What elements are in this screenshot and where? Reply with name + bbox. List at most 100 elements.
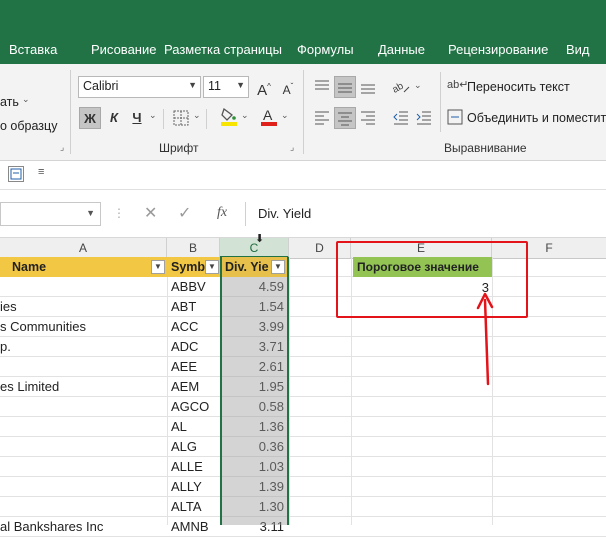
chevron-down-icon[interactable]: ⌄ (281, 110, 289, 121)
tab-review[interactable]: Рецензирование (448, 42, 548, 57)
format-painter-label[interactable]: о образцу (0, 119, 57, 133)
tab-data[interactable]: Данные (378, 42, 425, 57)
group-divider (70, 70, 71, 154)
name-cell[interactable]: es Limited (0, 377, 167, 397)
name-cell[interactable] (0, 357, 167, 377)
align-left-icon (315, 111, 329, 125)
header-name-cell[interactable]: Name ▼ (0, 257, 167, 277)
enter-check-icon[interactable]: ✓ (178, 203, 191, 223)
name-cell[interactable] (0, 397, 167, 417)
yield-cell[interactable]: 1.39 (220, 477, 289, 497)
bold-button[interactable]: Ж (79, 107, 101, 129)
fill-color-button[interactable] (218, 106, 240, 128)
separator (163, 109, 164, 129)
yield-cell[interactable]: 1.03 (220, 457, 289, 477)
name-cell[interactable] (0, 417, 167, 437)
name-cell[interactable] (0, 437, 167, 457)
symbol-cell[interactable]: AMNB (167, 517, 220, 537)
paste-label[interactable]: ать (0, 95, 19, 109)
tab-page-layout[interactable]: Разметка страницы (164, 42, 282, 57)
align-bottom-button[interactable] (357, 76, 379, 98)
symbol-cell[interactable]: ALTA (167, 497, 220, 517)
name-cell[interactable] (0, 277, 167, 297)
chevron-down-icon: ▼ (236, 80, 245, 90)
grow-font-button[interactable]: A^ (253, 76, 275, 99)
insert-function-icon[interactable]: fx (217, 205, 227, 221)
name-cell[interactable]: p. (0, 337, 167, 357)
tab-draw[interactable]: Рисование (91, 42, 156, 57)
cancel-icon[interactable]: ✕ (144, 203, 157, 223)
svg-text:A: A (263, 107, 273, 123)
name-cell[interactable] (0, 457, 167, 477)
chevron-down-icon[interactable]: ⌄ (241, 110, 249, 121)
name-cell[interactable]: al Bankshares Inc (0, 517, 167, 537)
align-center-button[interactable] (334, 107, 356, 129)
column-header-a[interactable]: A (0, 238, 167, 258)
yield-cell[interactable]: 1.54 (220, 297, 289, 317)
formula-input[interactable]: Div. Yield (245, 202, 606, 226)
align-left-button[interactable] (311, 107, 333, 129)
font-name-combo[interactable]: Calibri ▼ (78, 76, 201, 98)
symbol-cell[interactable]: AEM (167, 377, 220, 397)
underline-button[interactable]: Ч (126, 107, 148, 129)
symbol-cell[interactable]: ALLY (167, 477, 220, 497)
increase-indent-icon (416, 111, 431, 125)
increase-indent-button[interactable] (413, 107, 435, 129)
name-box[interactable]: ▼ (0, 202, 101, 226)
orientation-button[interactable]: ab (390, 76, 412, 98)
tab-insert[interactable]: Вставка (9, 42, 57, 57)
yield-cell[interactable]: 3.99 (220, 317, 289, 337)
symbol-cell[interactable]: ABBV (167, 277, 220, 297)
yield-cell[interactable]: 4.59 (220, 277, 289, 297)
borders-button[interactable] (170, 107, 192, 129)
shrink-font-button[interactable]: Aˇ (277, 76, 299, 98)
qat-form-button[interactable] (8, 166, 24, 182)
italic-button[interactable]: К (103, 107, 125, 129)
symbol-cell[interactable]: AGCO (167, 397, 220, 417)
decrease-indent-button[interactable] (390, 107, 412, 129)
name-cell[interactable]: ies (0, 297, 167, 317)
filter-dropdown-icon[interactable]: ▼ (151, 260, 165, 274)
chevron-down-icon[interactable]: ⌄ (193, 110, 201, 121)
column-header-b[interactable]: B (167, 238, 220, 258)
symbol-cell[interactable]: ADC (167, 337, 220, 357)
font-size-combo[interactable]: 11 ▼ (203, 76, 249, 98)
clipboard-launcher-icon[interactable]: ⌟ (60, 142, 64, 153)
chevron-down-icon[interactable]: ⌄ (149, 110, 157, 121)
symbol-cell[interactable]: ALLE (167, 457, 220, 477)
header-name: Name (12, 260, 47, 274)
yield-cell[interactable]: 1.36 (220, 417, 289, 437)
yield-cell[interactable]: 2.61 (220, 357, 289, 377)
tab-view[interactable]: Вид (566, 42, 590, 57)
name-cell[interactable]: s Communities (0, 317, 167, 337)
group-divider (303, 70, 304, 154)
tab-formulas[interactable]: Формулы (297, 42, 354, 57)
align-right-button[interactable] (357, 107, 379, 129)
name-cell[interactable] (0, 497, 167, 517)
yield-cell[interactable]: 3.11 (220, 517, 289, 537)
qat-customize-icon[interactable]: ≡ (38, 166, 44, 178)
yield-cell[interactable]: 1.30 (220, 497, 289, 517)
yield-cell[interactable]: 1.95 (220, 377, 289, 397)
symbol-cell[interactable]: ACC (167, 317, 220, 337)
header-yield-cell[interactable]: Div. Yie ▼ (220, 257, 289, 277)
wrap-text-label: Переносить текст (467, 80, 570, 94)
yield-cell[interactable]: 0.58 (220, 397, 289, 417)
symbol-cell[interactable]: AL (167, 417, 220, 437)
align-middle-button[interactable] (334, 76, 356, 98)
filter-dropdown-icon[interactable]: ▼ (205, 260, 219, 274)
symbol-cell[interactable]: AEE (167, 357, 220, 377)
paste-dropdown-icon[interactable]: ⌄ (22, 94, 30, 105)
table-row: es Limited AEM 1.95 (0, 377, 606, 397)
chevron-down-icon[interactable]: ⌄ (414, 80, 422, 91)
align-top-button[interactable] (311, 76, 333, 98)
header-symbol-cell[interactable]: Symb ▼ (167, 257, 220, 277)
font-launcher-icon[interactable]: ⌟ (290, 142, 294, 153)
symbol-cell[interactable]: ABT (167, 297, 220, 317)
name-cell[interactable] (0, 477, 167, 497)
symbol-cell[interactable]: ALG (167, 437, 220, 457)
yield-cell[interactable]: 0.36 (220, 437, 289, 457)
filter-dropdown-icon[interactable]: ▼ (271, 260, 285, 274)
font-color-button[interactable]: A (258, 106, 280, 128)
yield-cell[interactable]: 3.71 (220, 337, 289, 357)
